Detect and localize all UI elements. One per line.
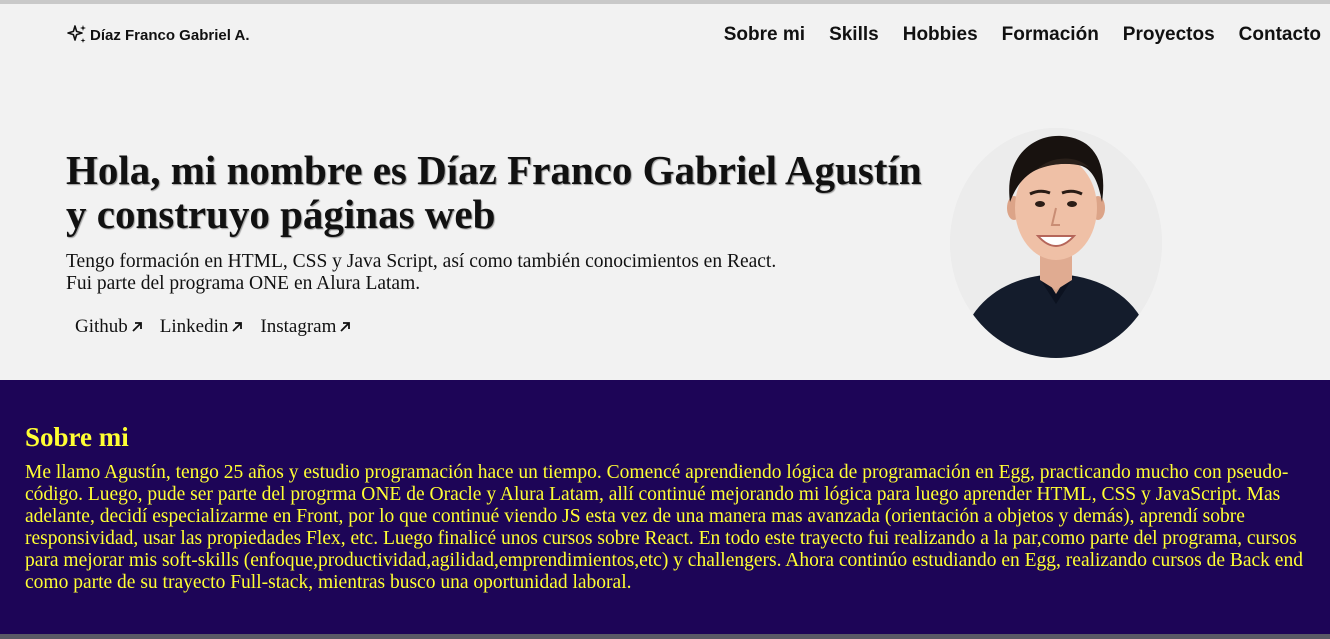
sparkle-icon	[66, 24, 88, 46]
nav-link-formacion[interactable]: Formación	[1002, 24, 1099, 46]
hero-title: Hola, mi nombre es Díaz Franco Gabriel A…	[66, 147, 922, 237]
bottom-strip	[0, 634, 1330, 639]
social-links: Github Linkedin Instagram	[75, 316, 352, 338]
nav-link-sobre-mi[interactable]: Sobre mi	[724, 24, 805, 46]
hero-description-line-1: Tengo formación en HTML, CSS y Java Scri…	[66, 251, 777, 272]
instagram-link-label: Instagram	[260, 316, 337, 337]
linkedin-link-label: Linkedin	[159, 316, 229, 337]
arrow-up-right-icon	[230, 320, 244, 334]
profile-photo	[950, 128, 1162, 358]
about-title: Sobre mi	[25, 422, 129, 452]
github-link[interactable]: Github	[75, 316, 144, 338]
hero-description: Tengo formación en HTML, CSS y Java Scri…	[66, 251, 926, 295]
linkedin-link[interactable]: Linkedin	[160, 316, 245, 338]
about-text: Me llamo Agustín, tengo 25 años y estudi…	[25, 462, 1303, 593]
main-nav: Sobre mi Skills Hobbies Formación Proyec…	[724, 24, 1321, 46]
hero-description-line-2: Fui parte del programa ONE en Alura Lata…	[66, 273, 421, 294]
about-section: Sobre mi Me llamo Agustín, tengo 25 años…	[0, 380, 1330, 639]
nav-link-proyectos[interactable]: Proyectos	[1123, 24, 1215, 46]
brand-name: Díaz Franco Gabriel A.	[90, 26, 250, 44]
arrow-up-right-icon	[130, 320, 144, 334]
github-link-label: Github	[75, 316, 128, 337]
arrow-up-right-icon	[338, 320, 352, 334]
nav-link-hobbies[interactable]: Hobbies	[903, 24, 978, 46]
site-header: Díaz Franco Gabriel A. Sobre mi Skills H…	[0, 4, 1330, 68]
hero-section: Hola, mi nombre es Díaz Franco Gabriel A…	[0, 68, 1330, 380]
instagram-link[interactable]: Instagram	[260, 316, 352, 338]
nav-link-skills[interactable]: Skills	[829, 24, 879, 46]
brand-logo[interactable]: Díaz Franco Gabriel A.	[66, 24, 250, 46]
nav-link-contacto[interactable]: Contacto	[1239, 24, 1321, 46]
